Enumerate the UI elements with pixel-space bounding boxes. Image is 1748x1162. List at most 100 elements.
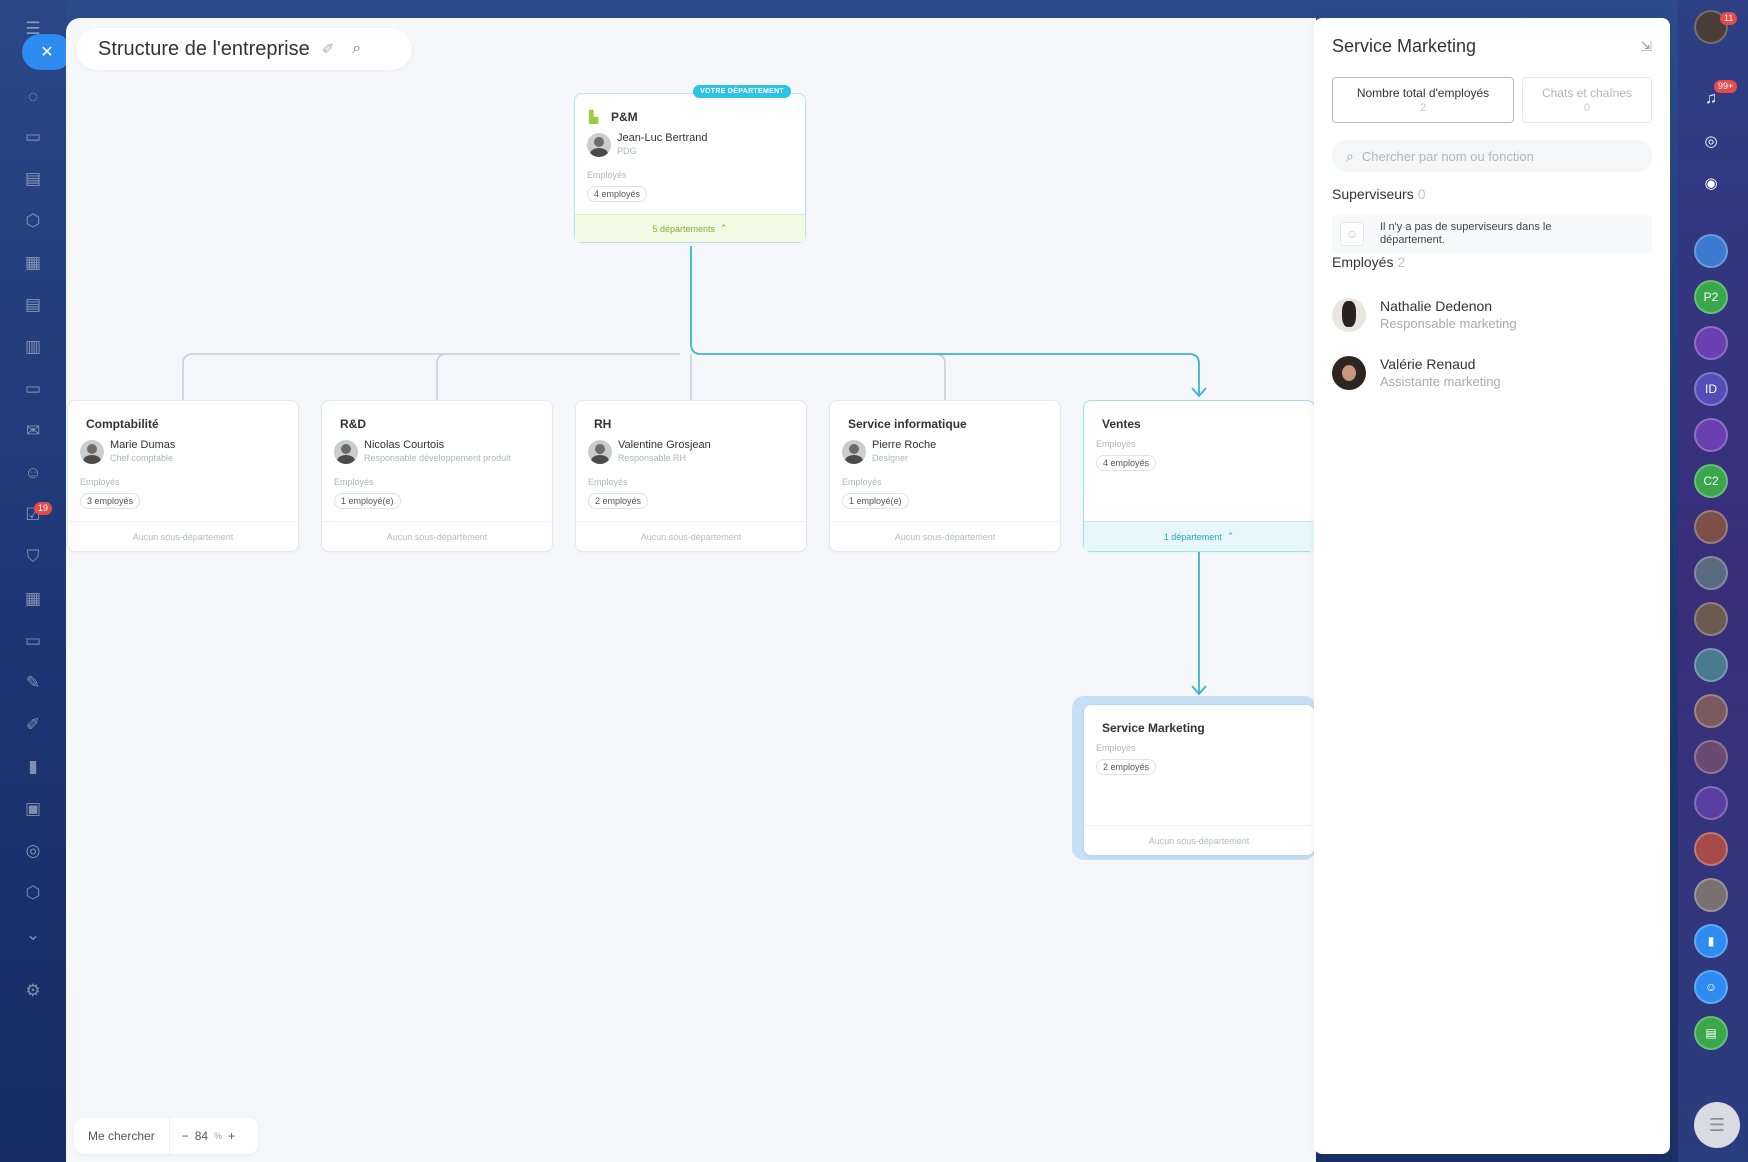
- chat-avatar[interactable]: [1694, 832, 1728, 866]
- tab-total-employees[interactable]: Nombre total d'employés 2: [1332, 77, 1514, 123]
- chat-icon[interactable]: ◌: [22, 86, 44, 108]
- chat-avatar[interactable]: [1694, 878, 1728, 912]
- zoom-value: 84: [194, 1129, 209, 1143]
- store-icon[interactable]: ▭: [22, 630, 44, 652]
- tab-chats-channels[interactable]: Chats et chaînes 0: [1522, 77, 1652, 123]
- panel-title: Service Marketing: [1332, 36, 1477, 56]
- employee-search[interactable]: ⌕ Chercher par nom ou fonction: [1332, 140, 1652, 172]
- dept-node-pm[interactable]: VOTRE DÉPARTEMENT ▙ P&M Jean-Luc Bertran…: [574, 85, 806, 243]
- tab-count: 0: [1583, 102, 1591, 114]
- employees-count-chip[interactable]: 1 employé(e): [334, 493, 401, 509]
- supervisors-heading: Superviseurs 0: [1332, 186, 1426, 202]
- crm-icon[interactable]: ⛉: [22, 546, 44, 568]
- subdepartments-label: Aucun sous-département: [1084, 825, 1314, 855]
- avatar: [1332, 298, 1366, 332]
- bookmark-icon[interactable]: ▮: [1694, 924, 1728, 958]
- dept-node-rd[interactable]: R&D Nicolas Courtois Responsable dévelop…: [321, 400, 553, 552]
- your-department-badge: VOTRE DÉPARTEMENT: [693, 85, 791, 98]
- employee-role: Responsable marketing: [1380, 316, 1517, 331]
- head-name: Jean-Luc Bertrand: [617, 132, 708, 144]
- org-chart-canvas[interactable]: Structure de l'entreprise ✐ ⌕ VOTRE DÉPA…: [66, 18, 1316, 1162]
- chat-avatar[interactable]: [1694, 234, 1728, 268]
- dept-head[interactable]: Marie Dumas Chef comptable: [80, 439, 175, 464]
- top-badge: 11: [1720, 12, 1738, 25]
- mail-icon[interactable]: ✉: [22, 420, 44, 442]
- employees-count-chip[interactable]: 2 employés: [588, 493, 649, 509]
- dept-node-rh[interactable]: RH Valentine Grosjean Responsable RH Emp…: [575, 400, 807, 552]
- employees-count-chip[interactable]: 3 employés: [80, 493, 141, 509]
- chevron-down-icon[interactable]: ⌄: [22, 924, 44, 946]
- chat-avatar[interactable]: [1694, 648, 1728, 682]
- dept-node-comptabilite[interactable]: Comptabilité Marie Dumas Chef comptable …: [67, 400, 299, 552]
- boards-icon[interactable]: ▥: [22, 336, 44, 358]
- dept-head[interactable]: Jean-Luc Bertrand PDG: [587, 132, 708, 157]
- groups-icon[interactable]: ⬡: [22, 210, 44, 232]
- copilot-icon[interactable]: ◎: [1694, 124, 1728, 158]
- sign-icon[interactable]: ✎: [22, 672, 44, 694]
- chevron-up-icon: ⌃: [1226, 531, 1235, 541]
- drive-icon[interactable]: ▭: [22, 378, 44, 400]
- employee-row[interactable]: Nathalie Dedenon Responsable marketing: [1332, 298, 1517, 332]
- messages-icon[interactable]: ▭: [22, 126, 44, 148]
- dept-head[interactable]: Valentine Grosjean Responsable RH: [588, 439, 711, 464]
- avatar: [588, 439, 612, 464]
- dept-head[interactable]: Pierre Roche Designer: [842, 439, 936, 464]
- chevron-up-icon: ⌃: [720, 223, 728, 233]
- subdepartments-label: Aucun sous-département: [830, 521, 1060, 551]
- employees-label: Employés: [1096, 439, 1136, 449]
- employees-heading: Employés 2: [1332, 254, 1405, 270]
- zoom-out-button[interactable]: −: [182, 1129, 189, 1143]
- chat-avatar[interactable]: [1694, 418, 1728, 452]
- employee-row[interactable]: Valérie Renaud Assistante marketing: [1332, 356, 1501, 390]
- dept-node-service-marketing[interactable]: Service Marketing Employés 2 employés Au…: [1083, 704, 1315, 856]
- close-button[interactable]: ✕: [22, 34, 72, 70]
- calendar-icon[interactable]: ▦: [22, 252, 44, 274]
- box-icon[interactable]: ⬡: [22, 882, 44, 904]
- chat-avatar-p2[interactable]: P2: [1694, 280, 1728, 314]
- bottom-toolbar: Me chercher − 84 % +: [74, 1118, 258, 1154]
- chat-avatar[interactable]: [1694, 694, 1728, 728]
- subdepartments-toggle[interactable]: 1 département ⌃: [1084, 521, 1314, 551]
- documents-icon[interactable]: ▤: [22, 294, 44, 316]
- avatar: [1332, 356, 1366, 390]
- feed-icon[interactable]: ▤: [22, 168, 44, 190]
- employees-label: Employés: [334, 477, 374, 487]
- tab-label: Nombre total d'employés: [1356, 86, 1490, 100]
- dept-name: P&M: [611, 110, 638, 124]
- chat-avatar-id[interactable]: ID: [1694, 372, 1728, 406]
- contacts-icon[interactable]: ☺: [22, 462, 44, 484]
- head-role: Responsable développement produit: [364, 453, 511, 463]
- head-role: Designer: [872, 453, 909, 463]
- chat-avatar[interactable]: [1694, 786, 1728, 820]
- dept-node-service-informatique[interactable]: Service informatique Pierre Roche Design…: [829, 400, 1061, 552]
- dept-head[interactable]: Nicolas Courtois Responsable développeme…: [334, 439, 511, 464]
- employees-count-chip[interactable]: 4 employés: [1096, 455, 1157, 471]
- helpdesk-icon[interactable]: ◎: [22, 840, 44, 862]
- employees-count: 2: [1397, 254, 1406, 270]
- subdepartments-toggle[interactable]: 5 départements ⌃: [575, 214, 805, 242]
- chat-avatar-c2[interactable]: C2: [1694, 464, 1728, 498]
- contact-icon[interactable]: ☺: [1694, 970, 1728, 1004]
- find-me-button[interactable]: Me chercher: [74, 1118, 170, 1154]
- zoom-in-button[interactable]: +: [228, 1129, 235, 1143]
- chat-avatar[interactable]: [1694, 556, 1728, 590]
- chat-avatar[interactable]: [1694, 602, 1728, 636]
- analytics-icon[interactable]: ▮: [22, 756, 44, 778]
- subdepartments-label: 5 départements: [652, 223, 715, 234]
- collapse-panel-icon[interactable]: ⇲: [1640, 38, 1652, 55]
- notes-icon[interactable]: ▤: [1694, 1016, 1728, 1050]
- placeholder-avatar-icon: ☺: [1340, 222, 1364, 246]
- chat-menu-button[interactable]: ☰: [1694, 1102, 1740, 1148]
- automation-icon[interactable]: ▦: [22, 588, 44, 610]
- chat-avatar[interactable]: [1694, 510, 1728, 544]
- employees-count-chip[interactable]: 1 employé(e): [842, 493, 909, 509]
- messenger-icon[interactable]: ◉: [1694, 166, 1728, 200]
- settings-icon[interactable]: ⚙: [22, 980, 44, 1002]
- chat-avatar[interactable]: [1694, 326, 1728, 360]
- chat-avatar[interactable]: [1694, 740, 1728, 774]
- employees-count-chip[interactable]: 4 employés: [587, 186, 648, 202]
- sites-icon[interactable]: ✐: [22, 714, 44, 736]
- dept-node-ventes[interactable]: Ventes Employés 4 employés 1 département…: [1083, 400, 1315, 552]
- marketing-icon[interactable]: ▣: [22, 798, 44, 820]
- employees-count-chip[interactable]: 2 employés: [1096, 759, 1157, 775]
